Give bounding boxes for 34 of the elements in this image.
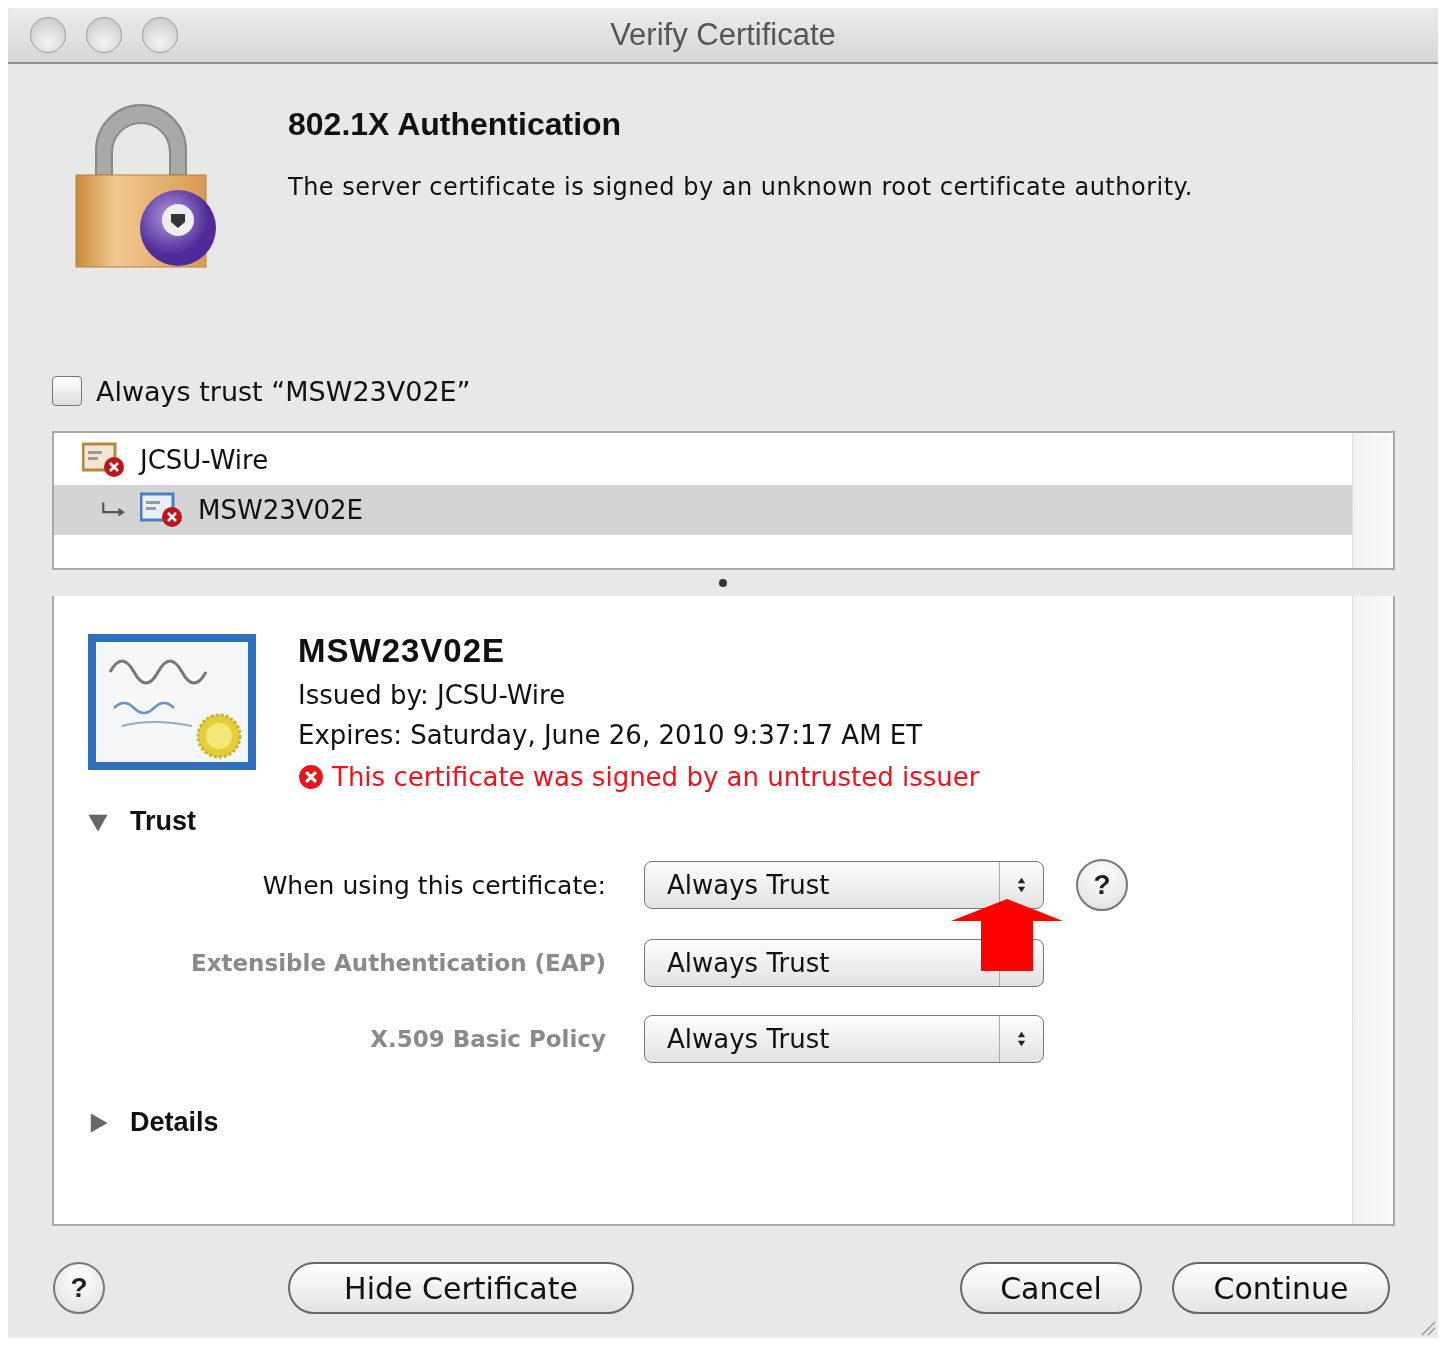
error-icon (298, 764, 324, 790)
policy-label: Extensible Authentication (EAP) (189, 950, 606, 976)
expiry-text: Expires: Saturday, June 26, 2010 9:37:17 AM ET (298, 720, 924, 750)
close-button[interactable] (30, 17, 66, 53)
minimize-button[interactable] (86, 17, 122, 53)
scroll-track[interactable] (1352, 433, 1393, 568)
scroll-track[interactable] (1352, 596, 1393, 1224)
hide-certificate-button[interactable]: Hide Certificate (288, 1262, 634, 1314)
certificate-error-icon (82, 442, 126, 478)
details-section-label[interactable]: Details (130, 1107, 219, 1138)
certificate-name: MSW23V02E (298, 632, 507, 670)
policy-label: X.509 Basic Policy (369, 1026, 606, 1052)
zoom-button[interactable] (142, 17, 178, 53)
chain-row[interactable]: JCSU-Wire (54, 435, 1352, 485)
policy-label: When using this certificate: (261, 870, 606, 900)
cancel-button[interactable]: Cancel (960, 1262, 1142, 1314)
help-button[interactable]: ? (1076, 859, 1128, 911)
certificate-error-icon (140, 492, 184, 528)
always-trust-checkbox[interactable] (52, 376, 82, 406)
window-title: Verify Certificate (610, 17, 836, 53)
certificate-icon (86, 632, 258, 772)
dialog-heading: 802.1X Authentication (288, 106, 623, 143)
splitter-handle-icon[interactable] (719, 579, 727, 587)
dialog-message: The server certificate is signed by an unknown root certificate authority. (288, 173, 1193, 201)
help-button[interactable]: ? (53, 1262, 105, 1314)
checkbox-label[interactable]: Always trust “MSW23V02E” (96, 375, 471, 407)
pointer-arrow-icon (951, 899, 1063, 971)
child-arrow-icon (100, 501, 126, 519)
trust-popup[interactable]: Always Trust (644, 861, 1044, 909)
trust-section-label[interactable]: Trust (130, 806, 196, 837)
status-message: This certificate was signed by an untrusted issuer (332, 762, 980, 792)
chain-row[interactable]: MSW23V02E (54, 485, 1352, 535)
issuer-text: Issued by: JCSU-Wire (298, 680, 567, 710)
continue-button[interactable]: Continue (1172, 1262, 1390, 1314)
